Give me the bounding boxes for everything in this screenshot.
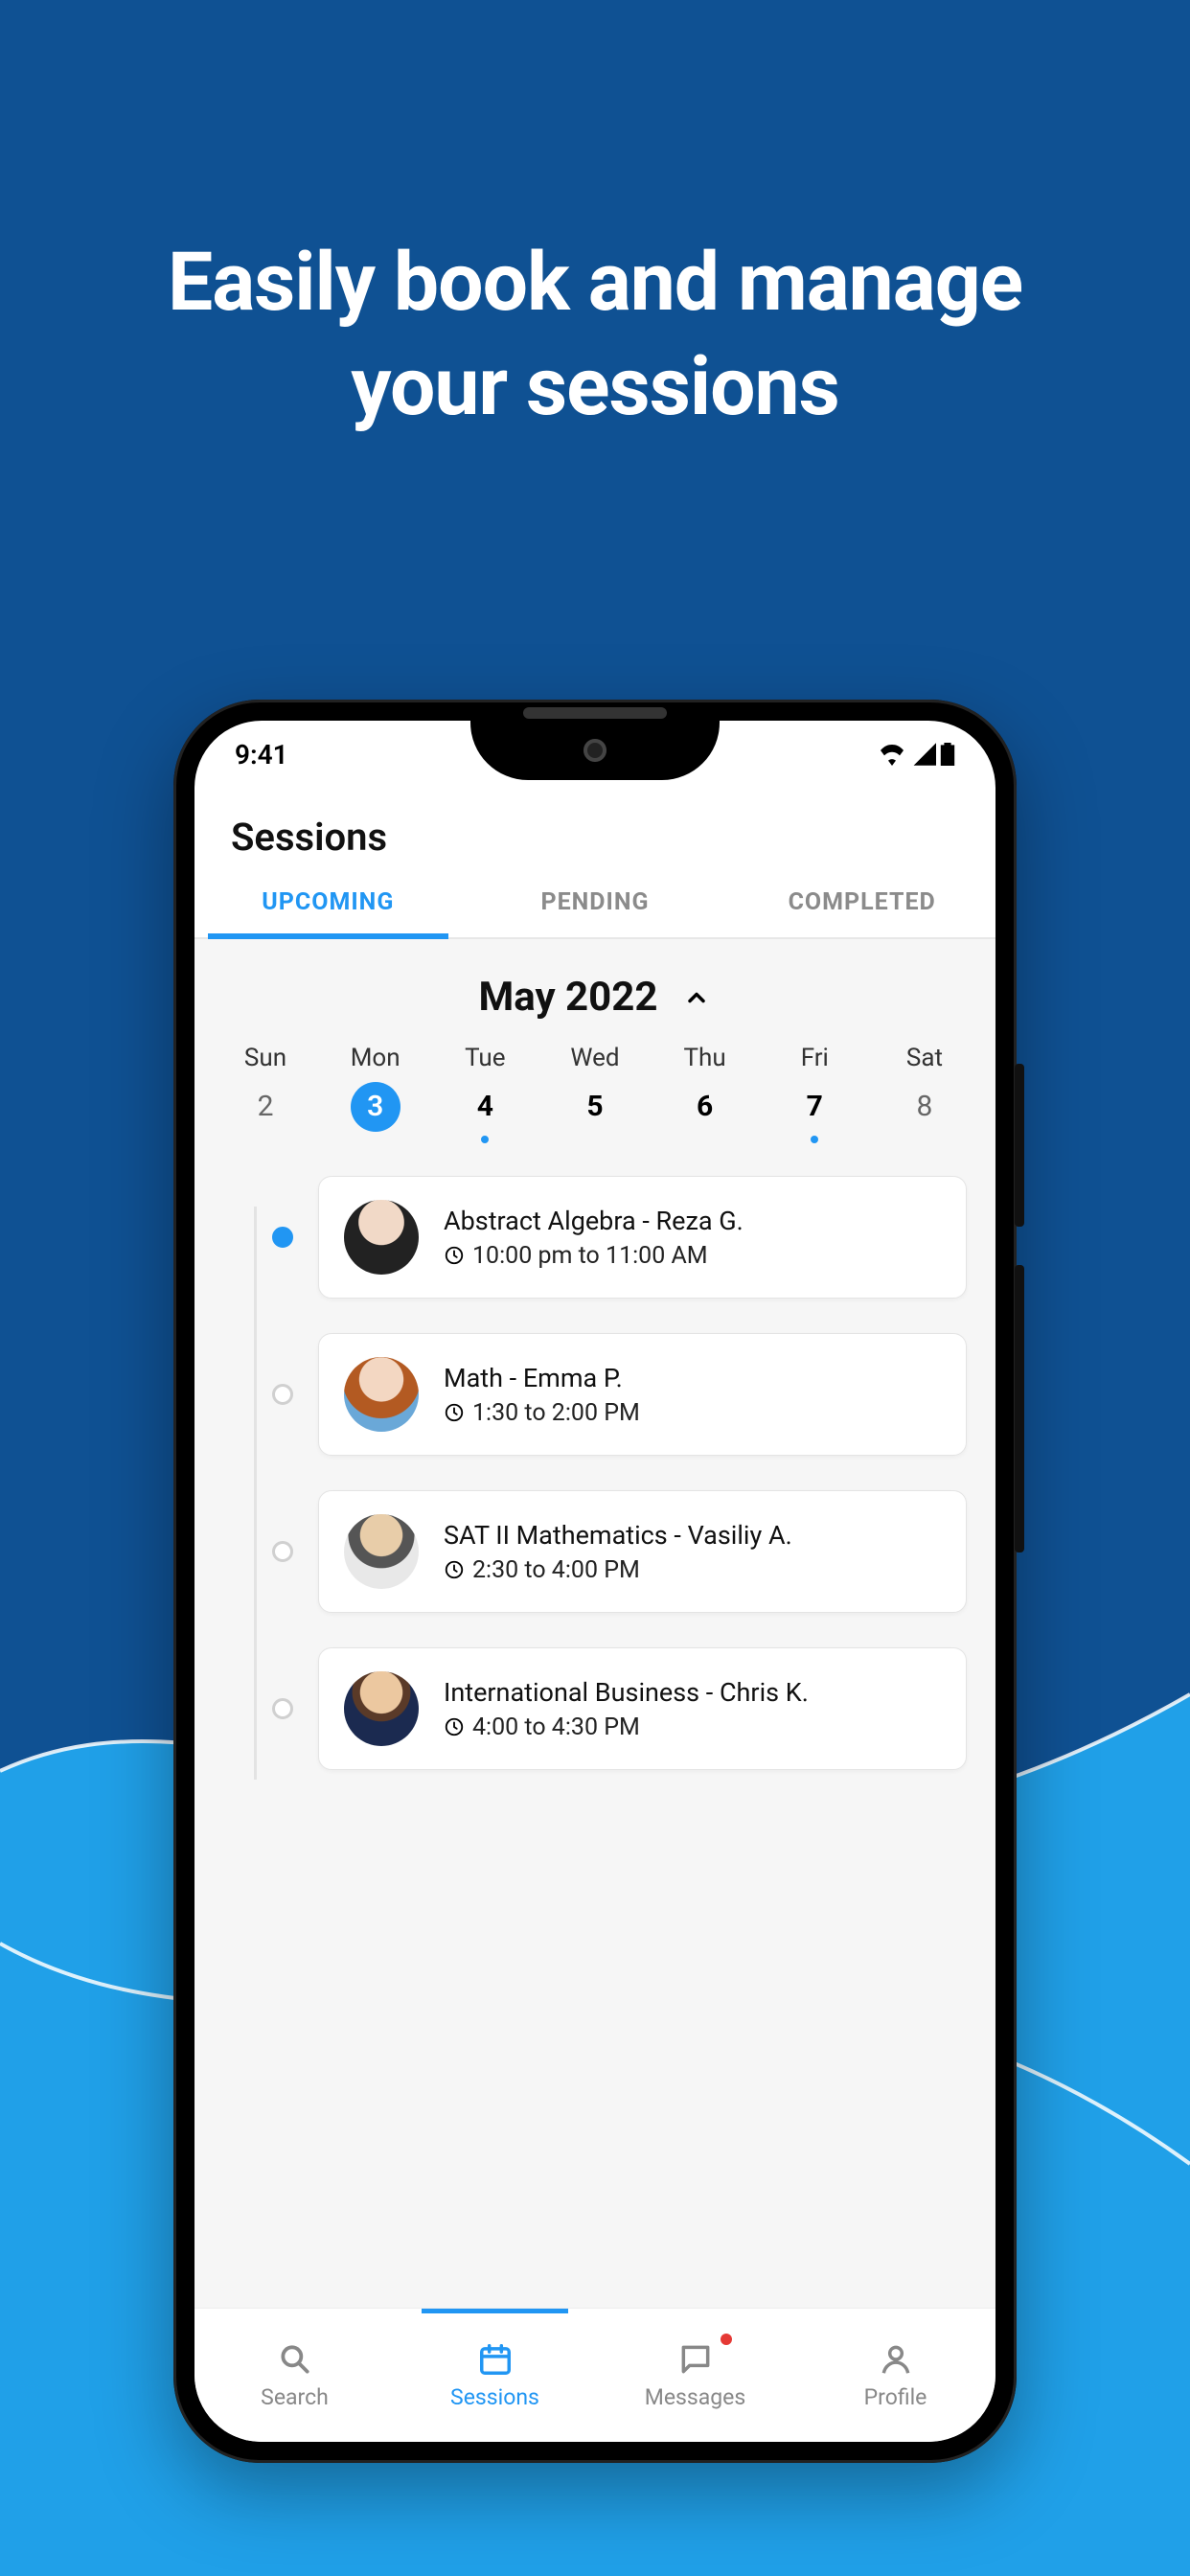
session-timeline: Abstract Algebra - Reza G. 10:00 pm to 11… [195, 1149, 995, 1824]
clock-icon [444, 1716, 465, 1737]
clock-icon [444, 1559, 465, 1580]
session-time: 1:30 to 2:00 PM [472, 1399, 640, 1427]
session-row: SAT II Mathematics - Vasiliy A. 2:30 to 4… [223, 1490, 967, 1613]
session-body: Math - Emma P. 1:30 to 2:00 PM [444, 1363, 640, 1427]
nav-messages[interactable]: Messages [595, 2309, 795, 2442]
day-sun[interactable]: Sun 2 [217, 1044, 313, 1132]
page-title: Sessions [195, 788, 995, 869]
session-title: International Business - Chris K. [444, 1677, 809, 1708]
event-dot-icon [811, 1136, 818, 1143]
day-wed[interactable]: Wed 5 [547, 1044, 643, 1132]
tab-completed[interactable]: COMPLETED [728, 869, 995, 937]
day-number: 7 [790, 1082, 839, 1132]
session-body: International Business - Chris K. 4:00 to… [444, 1677, 809, 1741]
day-number: 2 [240, 1082, 290, 1132]
day-of-week-label: Sat [877, 1044, 973, 1072]
content-area: May 2022 Sun 2 Mon 3 Tue 4 Wed 5 Thu 6 Fri 7 Sat 8 Ab… [195, 939, 995, 2308]
session-time: 2:30 to 4:00 PM [472, 1556, 640, 1584]
session-title: SAT II Mathematics - Vasiliy A. [444, 1520, 792, 1551]
day-of-week-label: Sun [217, 1044, 313, 1072]
day-number: 6 [680, 1082, 730, 1132]
day-of-week-label: Mon [328, 1044, 423, 1072]
phone-side-button [1015, 1064, 1024, 1227]
tab-upcoming[interactable]: UPCOMING [195, 869, 462, 937]
session-row: Abstract Algebra - Reza G. 10:00 pm to 11… [223, 1176, 967, 1299]
timeline-bullet [272, 1384, 293, 1405]
session-time: 4:00 to 4:30 PM [472, 1714, 640, 1741]
calendar-icon [476, 2340, 515, 2379]
week-strip: Sun 2 Mon 3 Tue 4 Wed 5 Thu 6 Fri 7 Sat 8 [195, 1038, 995, 1149]
notification-badge [721, 2334, 732, 2345]
bottom-nav: Search Sessions Messages Profile [195, 2308, 995, 2442]
phone-speaker [523, 707, 667, 719]
day-number: 5 [570, 1082, 620, 1132]
timeline-bullet [272, 1698, 293, 1719]
session-body: Abstract Algebra - Reza G. 10:00 pm to 11… [444, 1206, 744, 1270]
cellular-icon [911, 743, 936, 766]
phone-notch [470, 721, 720, 780]
nav-label: Messages [645, 2384, 746, 2410]
day-of-week-label: Thu [657, 1044, 753, 1072]
phone-mockup: 9:41 Sessions UPCOMINGPENDINGCOMPLETED M… [173, 700, 1017, 2463]
chevron-up-icon[interactable] [682, 983, 711, 1012]
timeline-bullet [272, 1541, 293, 1562]
day-mon[interactable]: Mon 3 [328, 1044, 423, 1132]
tutor-avatar [344, 1671, 419, 1746]
month-label: May 2022 [479, 974, 658, 1021]
clock-icon [444, 1402, 465, 1423]
day-of-week-label: Tue [437, 1044, 533, 1072]
person-icon [877, 2340, 915, 2379]
event-dot-icon [481, 1136, 489, 1143]
sessions-tabs: UPCOMINGPENDINGCOMPLETED [195, 869, 995, 939]
nav-sessions[interactable]: Sessions [395, 2309, 595, 2442]
status-icons [877, 743, 955, 766]
timeline-bullet [272, 1227, 293, 1248]
timeline-line [254, 1207, 257, 1780]
tutor-avatar [344, 1357, 419, 1432]
marketing-headline: Easily book and manage your sessions [0, 230, 1190, 439]
phone-screen: 9:41 Sessions UPCOMINGPENDINGCOMPLETED M… [195, 721, 995, 2442]
day-number: 4 [460, 1082, 510, 1132]
session-card[interactable]: Abstract Algebra - Reza G. 10:00 pm to 11… [318, 1176, 967, 1299]
clock-icon [444, 1245, 465, 1266]
search-icon [276, 2340, 314, 2379]
tab-pending[interactable]: PENDING [462, 869, 729, 937]
day-sat[interactable]: Sat 8 [877, 1044, 973, 1132]
session-card[interactable]: International Business - Chris K. 4:00 to… [318, 1647, 967, 1770]
session-title: Math - Emma P. [444, 1363, 640, 1393]
day-thu[interactable]: Thu 6 [657, 1044, 753, 1132]
session-card[interactable]: SAT II Mathematics - Vasiliy A. 2:30 to 4… [318, 1490, 967, 1613]
phone-side-button [1015, 1265, 1024, 1552]
day-number: 8 [900, 1082, 950, 1132]
wifi-icon [877, 743, 907, 766]
session-card[interactable]: Math - Emma P. 1:30 to 2:00 PM [318, 1333, 967, 1456]
session-body: SAT II Mathematics - Vasiliy A. 2:30 to 4… [444, 1520, 792, 1584]
tutor-avatar [344, 1200, 419, 1275]
nav-profile[interactable]: Profile [795, 2309, 995, 2442]
session-row: Math - Emma P. 1:30 to 2:00 PM [223, 1333, 967, 1456]
status-time: 9:41 [235, 739, 288, 770]
nav-label: Sessions [450, 2384, 539, 2410]
day-number: 3 [351, 1082, 400, 1132]
battery-icon [940, 743, 955, 766]
session-title: Abstract Algebra - Reza G. [444, 1206, 744, 1236]
session-time: 10:00 pm to 11:00 AM [472, 1242, 708, 1270]
day-of-week-label: Fri [767, 1044, 862, 1072]
nav-search[interactable]: Search [195, 2309, 395, 2442]
day-fri[interactable]: Fri 7 [767, 1044, 862, 1132]
chat-icon [676, 2340, 715, 2379]
nav-label: Search [261, 2384, 329, 2410]
tutor-avatar [344, 1514, 419, 1589]
session-row: International Business - Chris K. 4:00 to… [223, 1647, 967, 1770]
nav-label: Profile [864, 2384, 927, 2410]
day-tue[interactable]: Tue 4 [437, 1044, 533, 1132]
day-of-week-label: Wed [547, 1044, 643, 1072]
